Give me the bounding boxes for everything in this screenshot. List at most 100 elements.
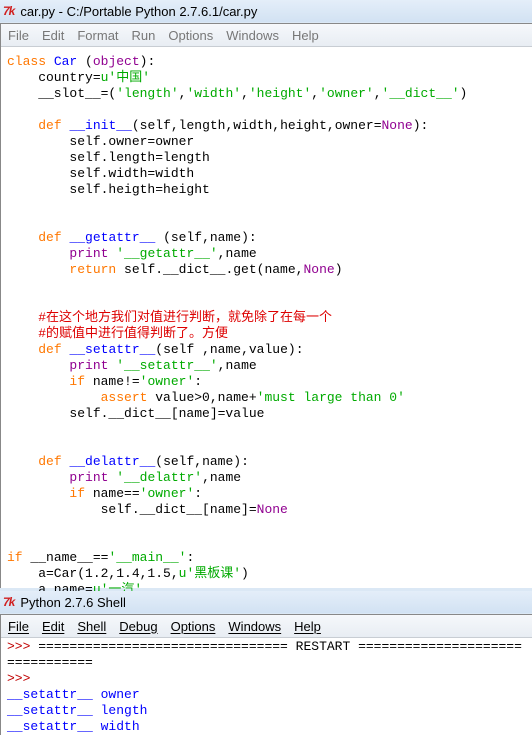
menu-file[interactable]: File (8, 28, 29, 43)
code-token: ,name (202, 470, 242, 485)
code-token: __delattr__ (69, 454, 156, 469)
code-token: ): (139, 54, 156, 69)
code-token: object (92, 54, 140, 69)
menu-options[interactable]: Options (171, 619, 216, 634)
shell-window: File Edit Shell Debug Options Windows Help >>>… (0, 614, 532, 735)
code-token: ) (334, 262, 343, 277)
code-token: print (69, 470, 109, 485)
code-line: self.width=width (7, 166, 532, 182)
code-token: print (69, 246, 109, 261)
idle-logo-icon: 7k (3, 4, 15, 18)
code-line: if __name__=='__main__': (7, 550, 532, 566)
code-line: def __setattr__(self ,name,value): (7, 342, 532, 358)
menu-shell[interactable]: Shell (77, 619, 106, 634)
menu-help[interactable]: Help (292, 28, 319, 43)
code-token: def (38, 342, 62, 357)
code-token: '__delattr' (116, 470, 203, 485)
shell-text-area[interactable]: >>> ================================ RES… (1, 638, 532, 735)
code-token: (self,length,width,height,owner= (131, 118, 382, 133)
code-token: '__dict__' (381, 86, 460, 101)
menu-options[interactable]: Options (168, 28, 213, 43)
code-token: 'length' (116, 86, 179, 101)
code-token: ,name (217, 246, 257, 261)
code-token: Car (53, 54, 78, 69)
code-token: name== (85, 486, 140, 501)
code-token: (self ,name,value): (155, 342, 304, 357)
code-token: : (194, 374, 203, 389)
code-token: return (69, 262, 117, 277)
code-token: if (69, 486, 86, 501)
code-token: ): (412, 118, 429, 133)
menu-format[interactable]: Format (77, 28, 118, 43)
code-token: ================================ RESTART… (7, 639, 522, 670)
code-line: self.__dict__[name]=value (7, 406, 532, 422)
code-line: def __getattr__ (self,name): (7, 230, 532, 246)
code-token: if (7, 550, 23, 565)
menu-run[interactable]: Run (132, 28, 156, 43)
code-line: self.__dict__[name]=None (7, 502, 532, 518)
code-line: class Car (object): (7, 54, 532, 70)
code-line: print '__setattr__',name (7, 358, 532, 374)
shell-menu-bar: File Edit Shell Debug Options Windows Help (1, 615, 532, 638)
code-token: '__getattr__' (116, 246, 218, 261)
code-token: #在这个地方我们对值进行判断，就免除了在每一个 (38, 310, 333, 325)
menu-file[interactable]: File (8, 619, 29, 634)
code-token: __setattr__ length (7, 703, 148, 718)
menu-debug[interactable]: Debug (119, 619, 157, 634)
code-token: '__main__' (108, 550, 187, 565)
code-line: self.heigth=height (7, 182, 532, 198)
code-token: self.width=width (7, 166, 195, 181)
code-token: , (311, 86, 320, 101)
code-token: 'must large than 0' (256, 390, 405, 405)
code-line: >>> ================================ RES… (7, 639, 528, 671)
code-token: def (38, 230, 62, 245)
editor-menu-bar: File Edit Format Run Options Windows Help (1, 24, 532, 47)
menu-edit[interactable]: Edit (42, 619, 64, 634)
code-line: def __init__(self,length,width,height,ow… (7, 118, 532, 134)
code-token: __setattr__ width (7, 719, 140, 734)
code-token: __name__== (22, 550, 109, 565)
editor-title-bar[interactable]: 7k car.py - C:/Portable Python 2.7.6.1/c… (0, 0, 532, 22)
code-token: None (381, 118, 413, 133)
code-line: country=u'中国' (7, 70, 532, 86)
code-token: : (194, 486, 203, 501)
code-token: if (69, 374, 86, 389)
code-token: (self,name): (155, 230, 257, 245)
menu-edit[interactable]: Edit (42, 28, 64, 43)
shell-title-bar[interactable]: 7k Python 2.7.6 Shell (0, 591, 532, 613)
code-token: , (373, 86, 382, 101)
code-token: '__setattr__' (116, 358, 218, 373)
code-token: country= (7, 70, 101, 85)
code-token: 'owner' (139, 374, 195, 389)
code-line: self.owner=owner (7, 134, 532, 150)
code-token: >>> (7, 639, 39, 654)
code-token: name!= (85, 374, 140, 389)
code-token: __setattr__ (69, 342, 156, 357)
menu-help[interactable]: Help (294, 619, 321, 634)
code-line: __setattr__ owner (7, 687, 528, 703)
menu-windows[interactable]: Windows (228, 619, 281, 634)
code-token: __init__ (69, 118, 132, 133)
code-line: print '__getattr__',name (7, 246, 532, 262)
menu-windows[interactable]: Windows (226, 28, 279, 43)
code-line: if name=='owner': (7, 486, 532, 502)
code-token: ,name (217, 358, 257, 373)
editor-text-area[interactable]: class Car (object): country=u'中国' __slot… (1, 47, 532, 598)
code-token: self.owner=owner (7, 134, 195, 149)
code-line: #在这个地方我们对值进行判断，就免除了在每一个 (7, 310, 532, 326)
